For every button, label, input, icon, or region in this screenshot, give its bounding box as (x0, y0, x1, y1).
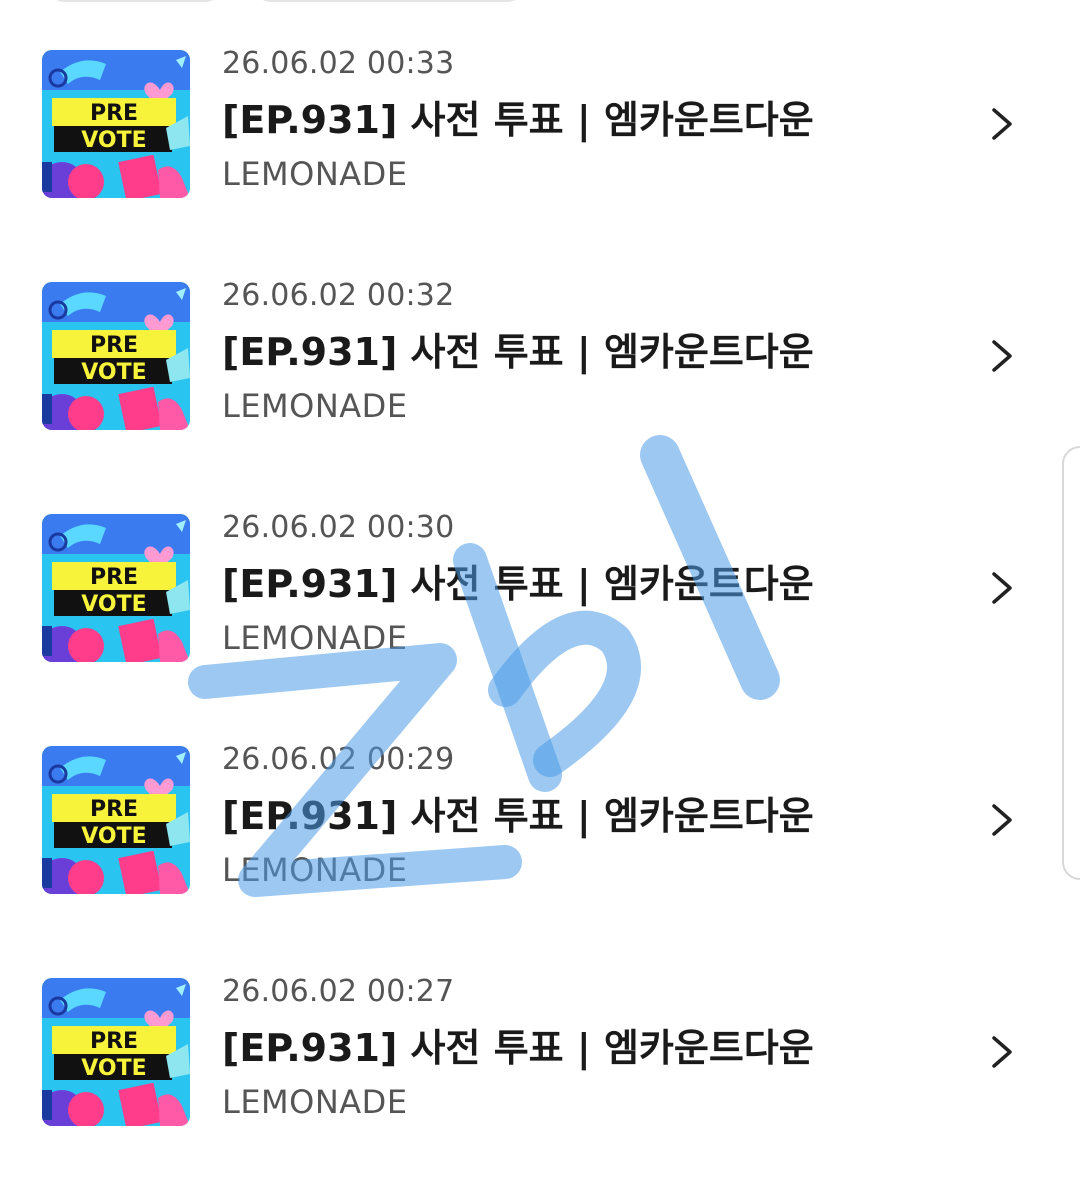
chevron-right-icon[interactable] (986, 106, 1016, 142)
item-title: [EP.931] 사전 투표 | 엠카운트다운 (222, 98, 814, 142)
filter-chip[interactable] (256, 0, 522, 2)
thumbnail-pre-text: PRE (90, 1029, 138, 1054)
item-date: 26.06.02 00:30 (222, 510, 455, 545)
item-artist: LEMONADE (222, 619, 408, 657)
item-meta: 26.06.02 00:30 [EP.931] 사전 투표 | 엠카운트다운 L… (222, 510, 962, 657)
list-item[interactable]: PRE VOTE 26.06.02 00:27 [EP.931] 사전 투표 |… (0, 974, 1080, 1186)
thumbnail-pre-text: PRE (90, 101, 138, 126)
pre-vote-thumbnail: PRE VOTE (42, 50, 190, 198)
list-item[interactable]: PRE VOTE 26.06.02 00:29 [EP.931] 사전 투표 |… (0, 742, 1080, 978)
item-title: [EP.931] 사전 투표 | 엠카운트다운 (222, 330, 814, 374)
filter-chips-partial (0, 0, 1080, 2)
list-item[interactable]: PRE VOTE 26.06.02 00:32 [EP.931] 사전 투표 |… (0, 278, 1080, 514)
thumbnail-pre-text: PRE (90, 797, 138, 822)
list-item[interactable]: PRE VOTE 26.06.02 00:30 [EP.931] 사전 투표 |… (0, 510, 1080, 746)
thumbnail-pre-text: PRE (90, 565, 138, 590)
thumbnail-vote-text: VOTE (81, 1056, 146, 1081)
pre-vote-thumbnail: PRE VOTE (42, 746, 190, 894)
item-title: [EP.931] 사전 투표 | 엠카운트다운 (222, 562, 814, 606)
pre-vote-thumbnail: PRE VOTE (42, 282, 190, 430)
chevron-right-icon[interactable] (986, 1034, 1016, 1070)
pre-vote-thumbnail: PRE VOTE (42, 514, 190, 662)
item-meta: 26.06.02 00:33 [EP.931] 사전 투표 | 엠카운트다운 L… (222, 46, 962, 193)
thumbnail-vote-text: VOTE (81, 360, 146, 385)
scroll-handle[interactable] (1062, 446, 1080, 880)
list-item[interactable]: PRE VOTE 26.06.02 00:33 [EP.931] 사전 투표 |… (0, 46, 1080, 282)
chevron-right-icon[interactable] (986, 802, 1016, 838)
item-date: 26.06.02 00:29 (222, 742, 455, 777)
chevron-right-icon[interactable] (986, 338, 1016, 374)
thumbnail-vote-text: VOTE (81, 592, 146, 617)
item-date: 26.06.02 00:32 (222, 278, 455, 313)
item-meta: 26.06.02 00:32 [EP.931] 사전 투표 | 엠카운트다운 L… (222, 278, 962, 425)
item-artist: LEMONADE (222, 851, 408, 889)
thumbnail-pre-text: PRE (90, 333, 138, 358)
item-title: [EP.931] 사전 투표 | 엠카운트다운 (222, 1026, 814, 1070)
pre-vote-thumbnail: PRE VOTE (42, 978, 190, 1126)
item-meta: 26.06.02 00:29 [EP.931] 사전 투표 | 엠카운트다운 L… (222, 742, 962, 889)
vote-history-screen: PRE VOTE 26.06.02 00:33 [EP.931] 사전 투표 |… (0, 0, 1080, 1186)
filter-chip[interactable] (50, 0, 220, 2)
vote-history-list: PRE VOTE 26.06.02 00:33 [EP.931] 사전 투표 |… (0, 46, 1080, 1186)
chevron-right-icon[interactable] (986, 570, 1016, 606)
thumbnail-vote-text: VOTE (81, 824, 146, 849)
item-artist: LEMONADE (222, 1083, 408, 1121)
item-meta: 26.06.02 00:27 [EP.931] 사전 투표 | 엠카운트다운 L… (222, 974, 962, 1121)
thumbnail-vote-text: VOTE (81, 128, 146, 153)
item-artist: LEMONADE (222, 387, 408, 425)
item-title: [EP.931] 사전 투표 | 엠카운트다운 (222, 794, 814, 838)
item-date: 26.06.02 00:33 (222, 46, 455, 81)
item-artist: LEMONADE (222, 155, 408, 193)
item-date: 26.06.02 00:27 (222, 974, 455, 1009)
